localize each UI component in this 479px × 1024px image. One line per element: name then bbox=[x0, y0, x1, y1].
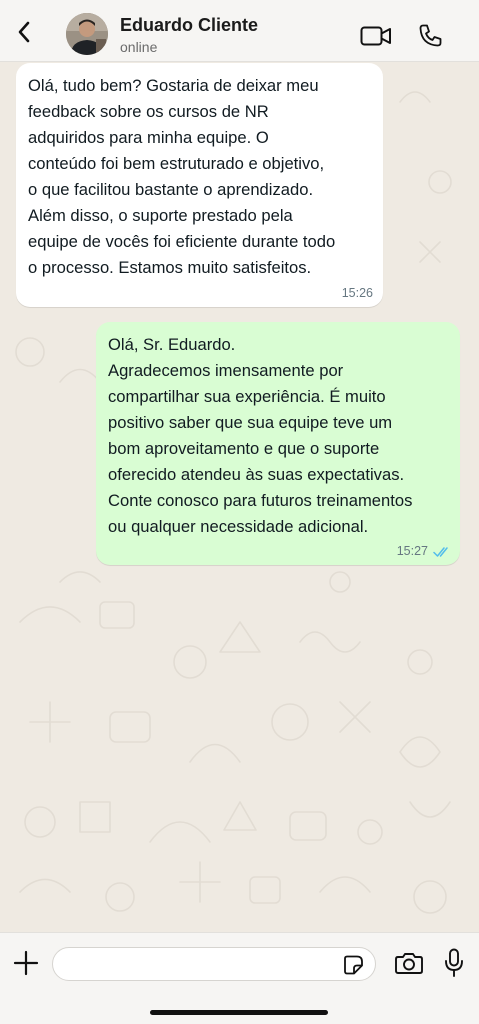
chat-header: Eduardo Cliente online bbox=[0, 0, 479, 62]
message-outgoing[interactable]: Olá, Sr. Eduardo. Agradecemos imensament… bbox=[96, 322, 460, 565]
video-call-button[interactable] bbox=[358, 22, 394, 50]
back-button[interactable] bbox=[10, 18, 38, 46]
camera-button[interactable] bbox=[394, 950, 424, 976]
message-time: 15:26 bbox=[341, 286, 373, 300]
message-input-container[interactable] bbox=[52, 947, 376, 982]
message-text: Olá, Sr. Eduardo. Agradecemos imensament… bbox=[108, 335, 413, 536]
contact-status: online bbox=[120, 39, 158, 55]
home-indicator bbox=[150, 1010, 328, 1015]
camera-icon bbox=[395, 953, 423, 974]
microphone-button[interactable] bbox=[441, 947, 467, 979]
message-text: Olá, tudo bem? Gostaria de deixar meu fe… bbox=[28, 76, 336, 277]
contact-photo bbox=[66, 13, 108, 55]
video-camera-icon bbox=[360, 26, 391, 46]
double-check-icon bbox=[433, 547, 448, 557]
voice-call-button[interactable] bbox=[414, 20, 446, 52]
avatar[interactable] bbox=[66, 13, 108, 55]
message-time: 15:27 bbox=[396, 544, 428, 558]
message-input[interactable] bbox=[65, 948, 339, 982]
composer-bar bbox=[0, 932, 479, 1024]
chevron-left-icon bbox=[18, 21, 30, 43]
attach-button[interactable] bbox=[12, 949, 40, 977]
message-incoming[interactable]: Olá, tudo bem? Gostaria de deixar meu fe… bbox=[16, 63, 383, 307]
contact-name[interactable]: Eduardo Cliente bbox=[120, 15, 258, 36]
microphone-icon bbox=[445, 948, 463, 977]
sticker-icon[interactable] bbox=[343, 954, 365, 976]
plus-icon bbox=[13, 950, 39, 976]
phone-icon bbox=[419, 24, 442, 47]
